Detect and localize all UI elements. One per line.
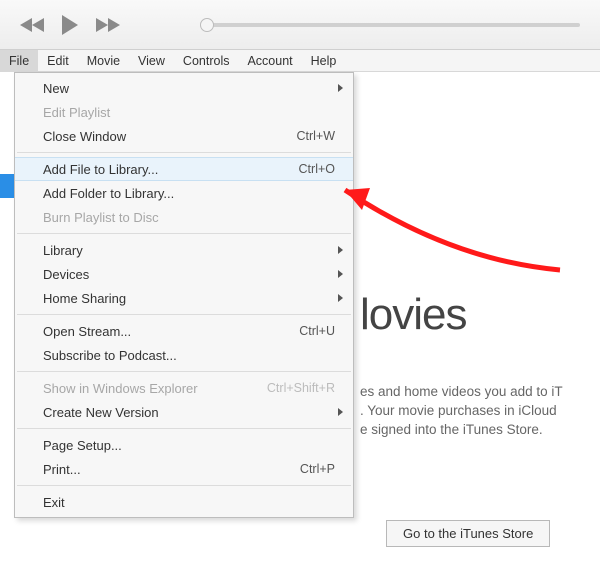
menu-separator: [17, 233, 351, 234]
menu-separator: [17, 428, 351, 429]
menu-edit[interactable]: Edit: [38, 50, 78, 71]
menu-item-devices[interactable]: Devices: [15, 262, 353, 286]
menu-item-add-file-to-library[interactable]: Add File to Library...Ctrl+O: [15, 157, 353, 181]
menu-item-close-window[interactable]: Close WindowCtrl+W: [15, 124, 353, 148]
menu-separator: [17, 371, 351, 372]
menu-item-exit[interactable]: Exit: [15, 490, 353, 514]
menu-separator: [17, 314, 351, 315]
playback-toolbar: [0, 0, 600, 50]
file-menu-dropdown: New Edit Playlist Close WindowCtrl+W Add Fi…: [14, 72, 354, 518]
menu-item-label: Show in Windows Explorer: [43, 381, 267, 396]
description-line: es and home videos you add to iT: [360, 384, 563, 399]
menu-item-label: Home Sharing: [43, 291, 335, 306]
menu-item-shortcut: Ctrl+Shift+R: [267, 381, 335, 395]
page-description: es and home videos you add to iT . Your …: [360, 382, 600, 439]
chevron-right-icon: [338, 270, 343, 278]
description-line: e signed into the iTunes Store.: [360, 422, 543, 437]
progress-track: [204, 23, 580, 27]
menu-item-edit-playlist: Edit Playlist: [15, 100, 353, 124]
menu-item-label: Open Stream...: [43, 324, 299, 339]
chevron-right-icon: [338, 408, 343, 416]
menu-item-show-in-windows-explorer: Show in Windows ExplorerCtrl+Shift+R: [15, 376, 353, 400]
menu-separator: [17, 485, 351, 486]
menu-item-shortcut: Ctrl+O: [299, 162, 335, 176]
menu-separator: [17, 152, 351, 153]
menu-item-library[interactable]: Library: [15, 238, 353, 262]
menu-view[interactable]: View: [129, 50, 174, 71]
chevron-right-icon: [338, 246, 343, 254]
menu-item-shortcut: Ctrl+P: [300, 462, 335, 476]
menu-item-page-setup[interactable]: Page Setup...: [15, 433, 353, 457]
menubar: File Edit Movie View Controls Account He…: [0, 50, 600, 72]
menu-item-open-stream[interactable]: Open Stream...Ctrl+U: [15, 319, 353, 343]
menu-item-label: Subscribe to Podcast...: [43, 348, 335, 363]
chevron-right-icon: [338, 84, 343, 92]
content-area: lovies es and home videos you add to iT …: [360, 290, 600, 439]
menu-item-shortcut: Ctrl+U: [299, 324, 335, 338]
menu-item-label: Edit Playlist: [43, 105, 335, 120]
page-title: lovies: [360, 290, 600, 340]
sidebar-selection-marker: [0, 174, 14, 198]
menu-item-label: Close Window: [43, 129, 296, 144]
next-icon[interactable]: [94, 16, 120, 34]
menu-controls[interactable]: Controls: [174, 50, 239, 71]
menu-account[interactable]: Account: [238, 50, 301, 71]
menu-item-label: Library: [43, 243, 335, 258]
menu-file[interactable]: File: [0, 50, 38, 71]
menu-movie[interactable]: Movie: [78, 50, 129, 71]
menu-item-label: Create New Version: [43, 405, 335, 420]
menu-help[interactable]: Help: [302, 50, 346, 71]
previous-icon[interactable]: [20, 16, 46, 34]
menu-item-label: New: [43, 81, 335, 96]
menu-item-burn-playlist-to-disc: Burn Playlist to Disc: [15, 205, 353, 229]
menu-item-label: Add Folder to Library...: [43, 186, 335, 201]
play-icon[interactable]: [60, 14, 80, 36]
menu-item-label: Exit: [43, 495, 335, 510]
progress-thumb[interactable]: [200, 18, 214, 32]
go-to-store-button[interactable]: Go to the iTunes Store: [386, 520, 550, 547]
chevron-right-icon: [338, 294, 343, 302]
menu-item-label: Devices: [43, 267, 335, 282]
progress-slider[interactable]: [204, 23, 580, 27]
menu-item-label: Burn Playlist to Disc: [43, 210, 335, 225]
menu-item-home-sharing[interactable]: Home Sharing: [15, 286, 353, 310]
menu-item-label: Print...: [43, 462, 300, 477]
menu-item-new[interactable]: New: [15, 76, 353, 100]
menu-item-label: Page Setup...: [43, 438, 335, 453]
menu-item-add-folder-to-library[interactable]: Add Folder to Library...: [15, 181, 353, 205]
menu-item-label: Add File to Library...: [43, 162, 299, 177]
description-line: . Your movie purchases in iCloud: [360, 403, 557, 418]
menu-item-create-new-version[interactable]: Create New Version: [15, 400, 353, 424]
menu-item-print[interactable]: Print...Ctrl+P: [15, 457, 353, 481]
menu-item-subscribe-to-podcast[interactable]: Subscribe to Podcast...: [15, 343, 353, 367]
menu-item-shortcut: Ctrl+W: [296, 129, 335, 143]
